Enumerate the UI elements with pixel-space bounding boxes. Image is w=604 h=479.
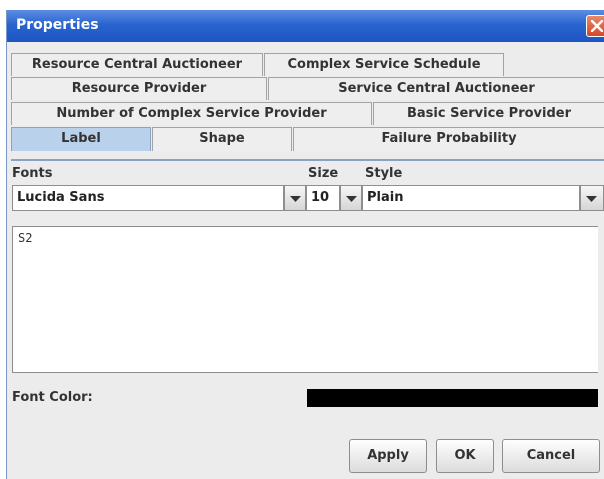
ok-button[interactable]: OK xyxy=(436,439,494,473)
font-style-select[interactable]: Plain xyxy=(362,185,580,211)
title-bar[interactable]: Properties xyxy=(7,10,604,42)
tab-resource-central-auctioneer[interactable]: Resource Central Auctioneer xyxy=(11,53,263,76)
tab-service-central-auctioneer[interactable]: Service Central Auctioneer xyxy=(268,77,604,100)
tab-complex-service-schedule[interactable]: Complex Service Schedule xyxy=(264,53,504,76)
tab-basic-service-provider[interactable]: Basic Service Provider xyxy=(373,102,604,125)
font-family-dropdown-button[interactable] xyxy=(284,185,306,211)
style-label: Style xyxy=(365,166,403,181)
fonts-label: Fonts xyxy=(12,166,53,181)
font-family-select[interactable]: Lucida Sans xyxy=(12,185,284,211)
font-color-swatch[interactable] xyxy=(307,389,598,407)
close-button[interactable] xyxy=(586,15,604,37)
tab-failure-probability[interactable]: Failure Probability xyxy=(293,127,604,151)
chevron-down-icon xyxy=(290,196,301,202)
close-icon xyxy=(591,20,603,32)
font-size-select[interactable]: 10 xyxy=(306,185,340,211)
font-family-value: Lucida Sans xyxy=(17,190,105,205)
tab-shape[interactable]: Shape xyxy=(152,127,292,151)
font-size-value: 10 xyxy=(311,190,330,205)
apply-button[interactable]: Apply xyxy=(349,439,427,473)
tab-content-border xyxy=(11,159,604,161)
font-color-label: Font Color: xyxy=(12,390,93,405)
cancel-button[interactable]: Cancel xyxy=(502,439,600,473)
window-title: Properties xyxy=(16,17,99,33)
tab-number-of-complex-service-provider[interactable]: Number of Complex Service Provider xyxy=(11,102,372,125)
font-size-dropdown-button[interactable] xyxy=(340,185,362,211)
chevron-down-icon xyxy=(586,196,597,202)
tab-resource-provider[interactable]: Resource Provider xyxy=(11,77,267,100)
size-label: Size xyxy=(308,166,339,181)
font-style-value: Plain xyxy=(367,190,404,205)
tab-label[interactable]: Label xyxy=(11,127,151,151)
label-text-area[interactable]: S2 xyxy=(12,226,598,373)
font-style-dropdown-button[interactable] xyxy=(580,185,604,211)
chevron-down-icon xyxy=(346,196,357,202)
